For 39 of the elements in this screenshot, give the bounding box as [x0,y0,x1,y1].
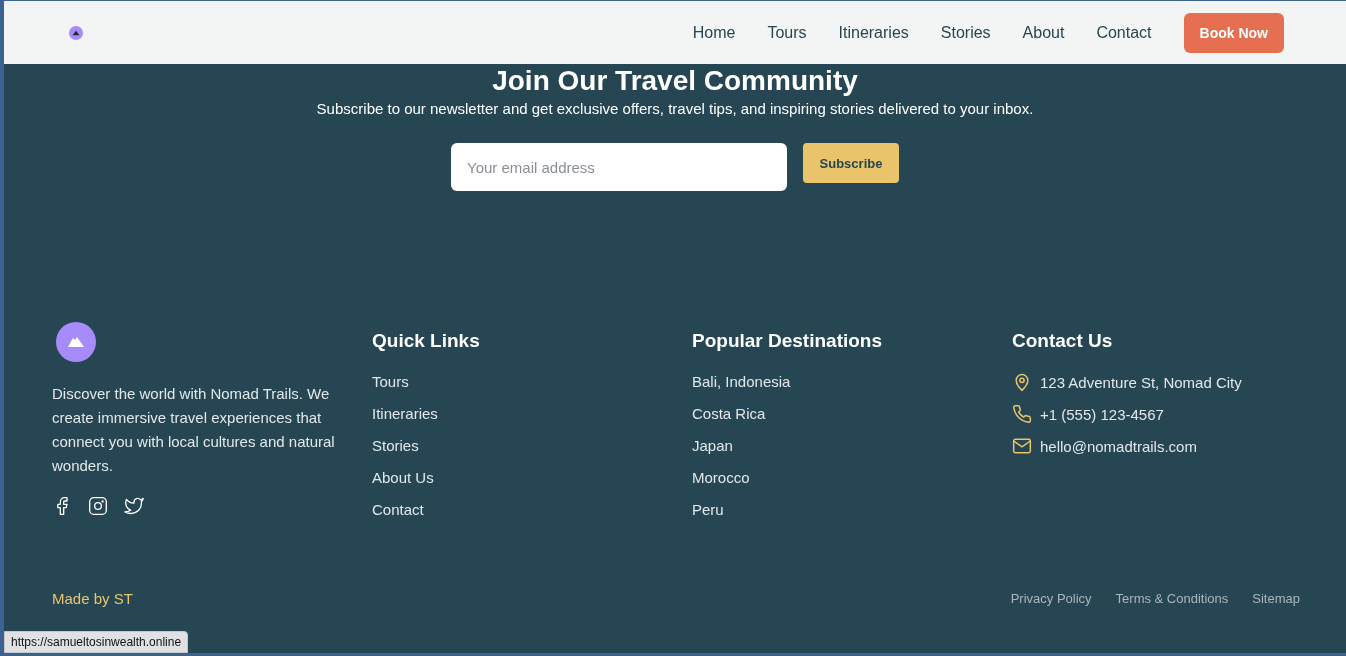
status-url-tooltip: https://samueltosinwealth.online [4,631,189,653]
footer-link[interactable]: Contact [372,494,424,526]
nav-link[interactable]: Itineraries [838,23,909,42]
phone-icon [1012,404,1032,424]
footer-link[interactable]: Japan [692,430,733,462]
footer-link[interactable]: Morocco [692,462,750,494]
map-pin-icon [1012,372,1032,392]
newsletter-text: Subscribe to our newsletter and get exclusive offers, travel tips, and inspiring stories delivered to your inbox. [316,100,1034,117]
contact-text: +1 (555) 123-4567 [1040,405,1164,423]
about-text: Discover the world with Nomad Trails. We create immersive travel experiences that connect you with local cultures and natural wonders. [52,384,336,476]
legal-link[interactable]: Terms & Conditions [1115,591,1229,606]
footer-link[interactable]: Stories [372,430,419,462]
contact-text: hello@nomadtrails.com [1040,437,1197,455]
footer-link[interactable]: Bali, Indonesia [692,366,791,398]
footer-link[interactable]: Itineraries [372,398,438,430]
nav-link[interactable]: Tours [767,23,807,42]
nav-link[interactable]: Home [692,23,736,42]
instagram-icon[interactable] [88,496,108,516]
email-field[interactable]: Your email address [451,143,787,191]
subscribe-button[interactable]: Subscribe [803,143,899,183]
footer-link[interactable]: About Us [372,462,434,494]
footer-link[interactable]: Tours [372,366,409,398]
nav-link[interactable]: Contact [1096,23,1152,42]
logo-icon[interactable] [69,25,83,40]
newsletter-title: Join Our Travel Community [492,64,858,98]
credit-text: Made by ST [52,590,133,607]
nav-link[interactable]: About [1022,23,1065,42]
legal-link[interactable]: Privacy Policy [1010,591,1092,606]
mountain-logo-icon[interactable] [56,322,96,362]
twitter-bird-icon[interactable] [124,496,144,516]
footer-link[interactable]: Peru [692,494,724,526]
envelope-icon [1012,436,1032,456]
contact-text: 123 Adventure St, Nomad City [1040,373,1242,391]
footer-link[interactable]: Costa Rica [692,398,766,430]
legal-link[interactable]: Sitemap [1252,591,1300,606]
column-heading: Popular Destinations [692,330,883,352]
nav-link[interactable]: Stories [940,23,991,42]
column-heading: Quick Links [372,330,480,352]
column-heading: Contact Us [1012,330,1113,352]
